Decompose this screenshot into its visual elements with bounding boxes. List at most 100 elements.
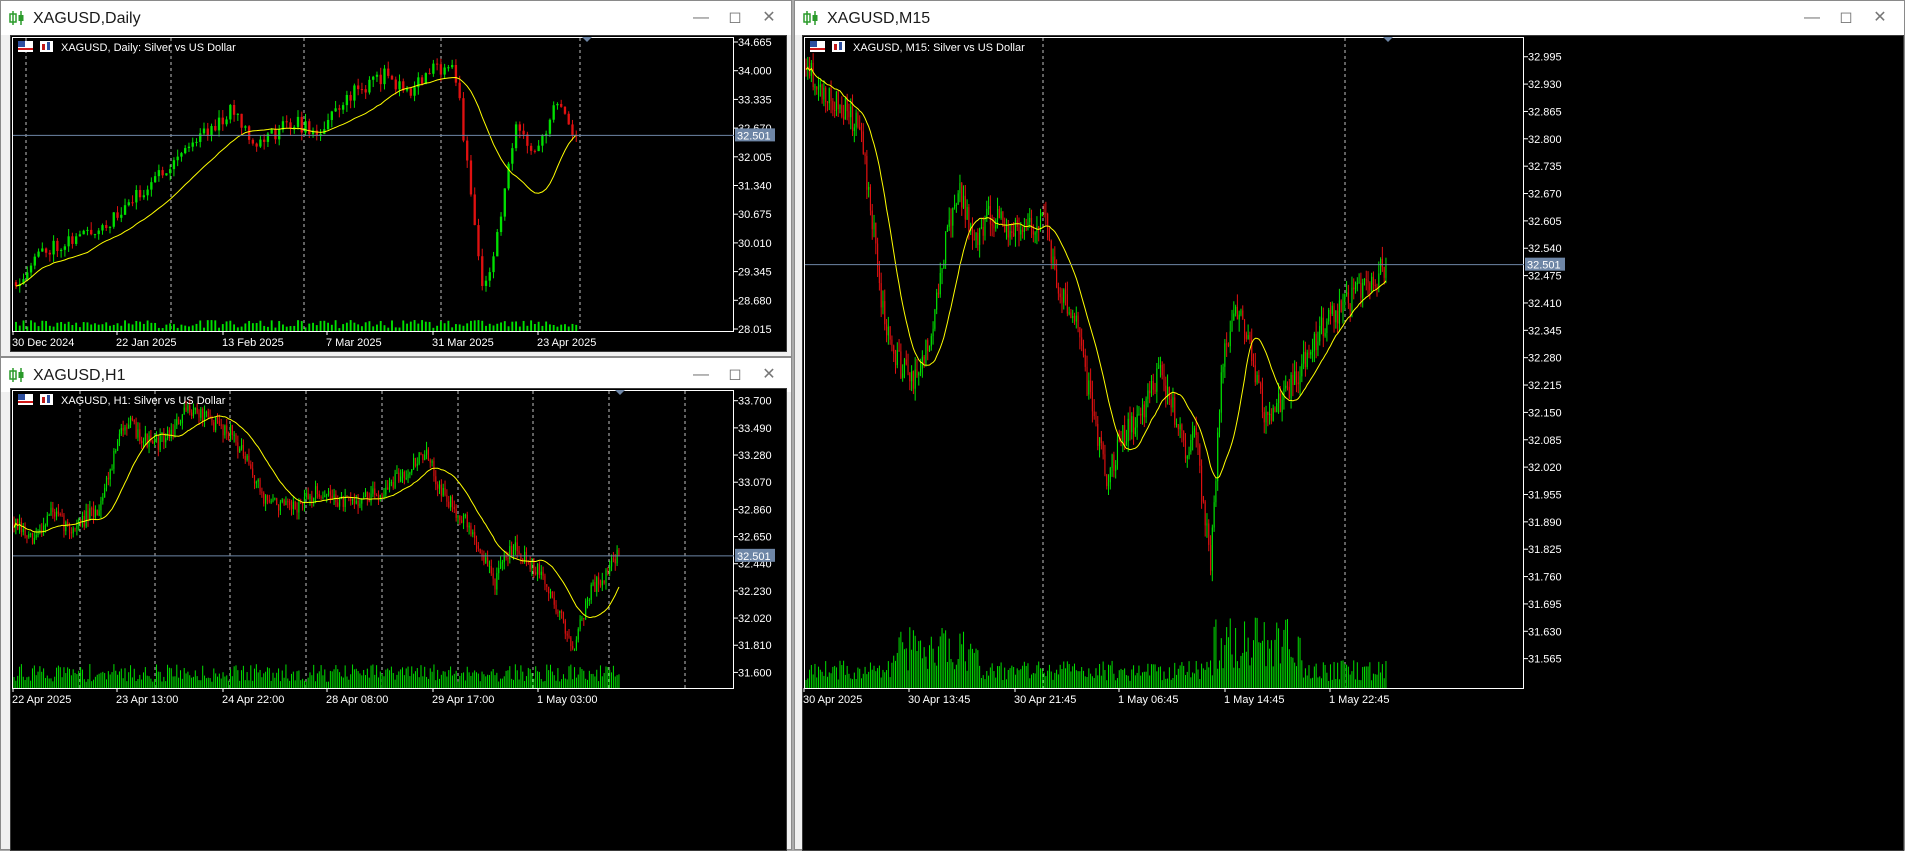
candle-body xyxy=(1206,523,1208,526)
candle-body xyxy=(1072,316,1074,319)
close-icon[interactable]: ✕ xyxy=(1869,7,1891,29)
candle-body xyxy=(302,503,304,505)
maximize-icon[interactable]: ◻ xyxy=(1835,7,1857,29)
candle-body xyxy=(563,106,567,114)
minimize-icon[interactable]: — xyxy=(690,7,712,29)
price-chart[interactable]: 32.995 32.930 32.865 32.800 32.735 32.670 32.6… xyxy=(802,35,1904,851)
candle-body xyxy=(379,74,382,85)
candle-body xyxy=(966,207,968,220)
candle-body xyxy=(1304,351,1306,367)
candle-body xyxy=(314,486,317,499)
candle-body xyxy=(954,204,956,208)
candle-body xyxy=(67,522,69,525)
chart-canvas[interactable]: 34.66534.00033.33532.67032.00531.34030.6… xyxy=(11,36,786,351)
close-icon[interactable]: ✕ xyxy=(758,7,780,29)
candle-body xyxy=(270,129,273,134)
y-tick-label: 34.000 xyxy=(738,66,772,78)
candle-body xyxy=(998,209,1000,219)
candle-body xyxy=(1362,282,1364,298)
candle-body xyxy=(22,529,24,533)
candle-body xyxy=(961,183,963,208)
candle-body xyxy=(81,516,84,522)
candle-body xyxy=(1294,371,1296,385)
x-tick-label: 7 Mar 2025 xyxy=(326,337,382,349)
candle-body xyxy=(228,433,230,439)
candle-body xyxy=(485,557,487,563)
close-icon[interactable]: ✕ xyxy=(758,364,780,386)
y-tick-label: 31.760 xyxy=(1528,572,1562,584)
chart-window-daily[interactable]: XAGUSD,Daily — ◻ ✕ 34.665 34.000 33.335 32.… xyxy=(0,0,792,357)
candle-body xyxy=(1260,383,1262,389)
candle-body xyxy=(403,471,405,479)
candle-body xyxy=(239,448,241,452)
candle-body xyxy=(923,356,925,363)
candle-body xyxy=(107,477,109,480)
candle-body xyxy=(507,558,509,560)
candle-body xyxy=(444,488,446,495)
y-tick-label: 31.565 xyxy=(1528,654,1562,666)
candle-body xyxy=(598,577,600,585)
candle-body xyxy=(573,648,576,650)
candle-body xyxy=(105,477,108,488)
candle-body xyxy=(398,81,401,90)
candle-body xyxy=(1229,331,1231,347)
candle-body xyxy=(451,496,454,508)
chart-canvas[interactable]: 32.995 32.930 32.865 32.800 32.735 32.670 32.6… xyxy=(803,36,1903,850)
candle-body xyxy=(1057,286,1059,294)
candle-body xyxy=(211,417,213,423)
price-chart[interactable]: 34.66534.00033.33532.67032.00531.34030.6… xyxy=(10,35,787,352)
candle-body xyxy=(496,573,498,590)
candle-body xyxy=(265,495,267,504)
title-bar[interactable]: XAGUSD,H1 — ◻ ✕ xyxy=(1,358,791,392)
candle-body xyxy=(202,409,204,422)
maximize-icon[interactable]: ◻ xyxy=(724,7,746,29)
candle-body xyxy=(176,156,179,161)
candle-body xyxy=(819,84,821,87)
candle-body xyxy=(461,520,463,523)
chart-type-icon-bar xyxy=(42,397,45,403)
candle-body xyxy=(440,484,442,496)
candle-body xyxy=(161,170,164,176)
minimize-icon[interactable]: — xyxy=(690,364,712,386)
candle-body xyxy=(1167,386,1169,396)
title-bar[interactable]: XAGUSD,Daily — ◻ ✕ xyxy=(1,1,791,35)
candle-body xyxy=(165,173,168,176)
candle-body xyxy=(509,546,511,560)
candle-body xyxy=(33,256,36,266)
candle-body xyxy=(1154,389,1156,392)
candle-body xyxy=(1054,256,1056,270)
candle-body xyxy=(844,97,846,120)
candle-body xyxy=(80,519,82,522)
chart-canvas[interactable]: 33.70033.49033.28033.07032.86032.65032.4… xyxy=(11,389,786,850)
title-bar[interactable]: XAGUSD,M15 — ◻ ✕ xyxy=(795,1,1904,35)
x-tick-label: 23 Apr 2025 xyxy=(537,337,596,349)
candle-body xyxy=(1243,319,1246,334)
chart-window-h1[interactable]: XAGUSD,H1 — ◻ ✕ 33.700 33.490 33.280 33.070… xyxy=(0,357,792,851)
candle-body xyxy=(570,637,572,647)
candle-body xyxy=(1383,266,1385,278)
candle-body xyxy=(1183,430,1185,441)
candle-body xyxy=(213,422,215,431)
candle-body xyxy=(583,617,585,619)
candle-body xyxy=(564,620,566,634)
candle-body xyxy=(488,272,491,281)
candle-body xyxy=(220,424,222,426)
chart-window-m15[interactable]: XAGUSD,M15 — ◻ ✕ 32.995 32.930 32.865 32.80… xyxy=(794,0,1905,851)
candle-body xyxy=(905,359,907,365)
candle-body xyxy=(1039,216,1042,230)
candle-body xyxy=(255,143,258,147)
candle-body xyxy=(475,537,478,546)
candle-body xyxy=(118,433,121,442)
price-chart[interactable]: 33.700 33.490 33.280 33.070 32.860 32.650 32.4… xyxy=(10,388,787,851)
candle-body xyxy=(830,88,832,101)
candle-body xyxy=(537,145,540,152)
candle-body xyxy=(536,563,539,575)
maximize-icon[interactable]: ◻ xyxy=(724,364,746,386)
candle-body xyxy=(250,464,252,469)
candle-body xyxy=(191,142,194,147)
candle-body xyxy=(505,556,507,559)
candle-body xyxy=(1358,282,1360,284)
candle-body xyxy=(1322,317,1324,337)
minimize-icon[interactable]: — xyxy=(1801,7,1823,29)
candle-body xyxy=(964,195,966,220)
